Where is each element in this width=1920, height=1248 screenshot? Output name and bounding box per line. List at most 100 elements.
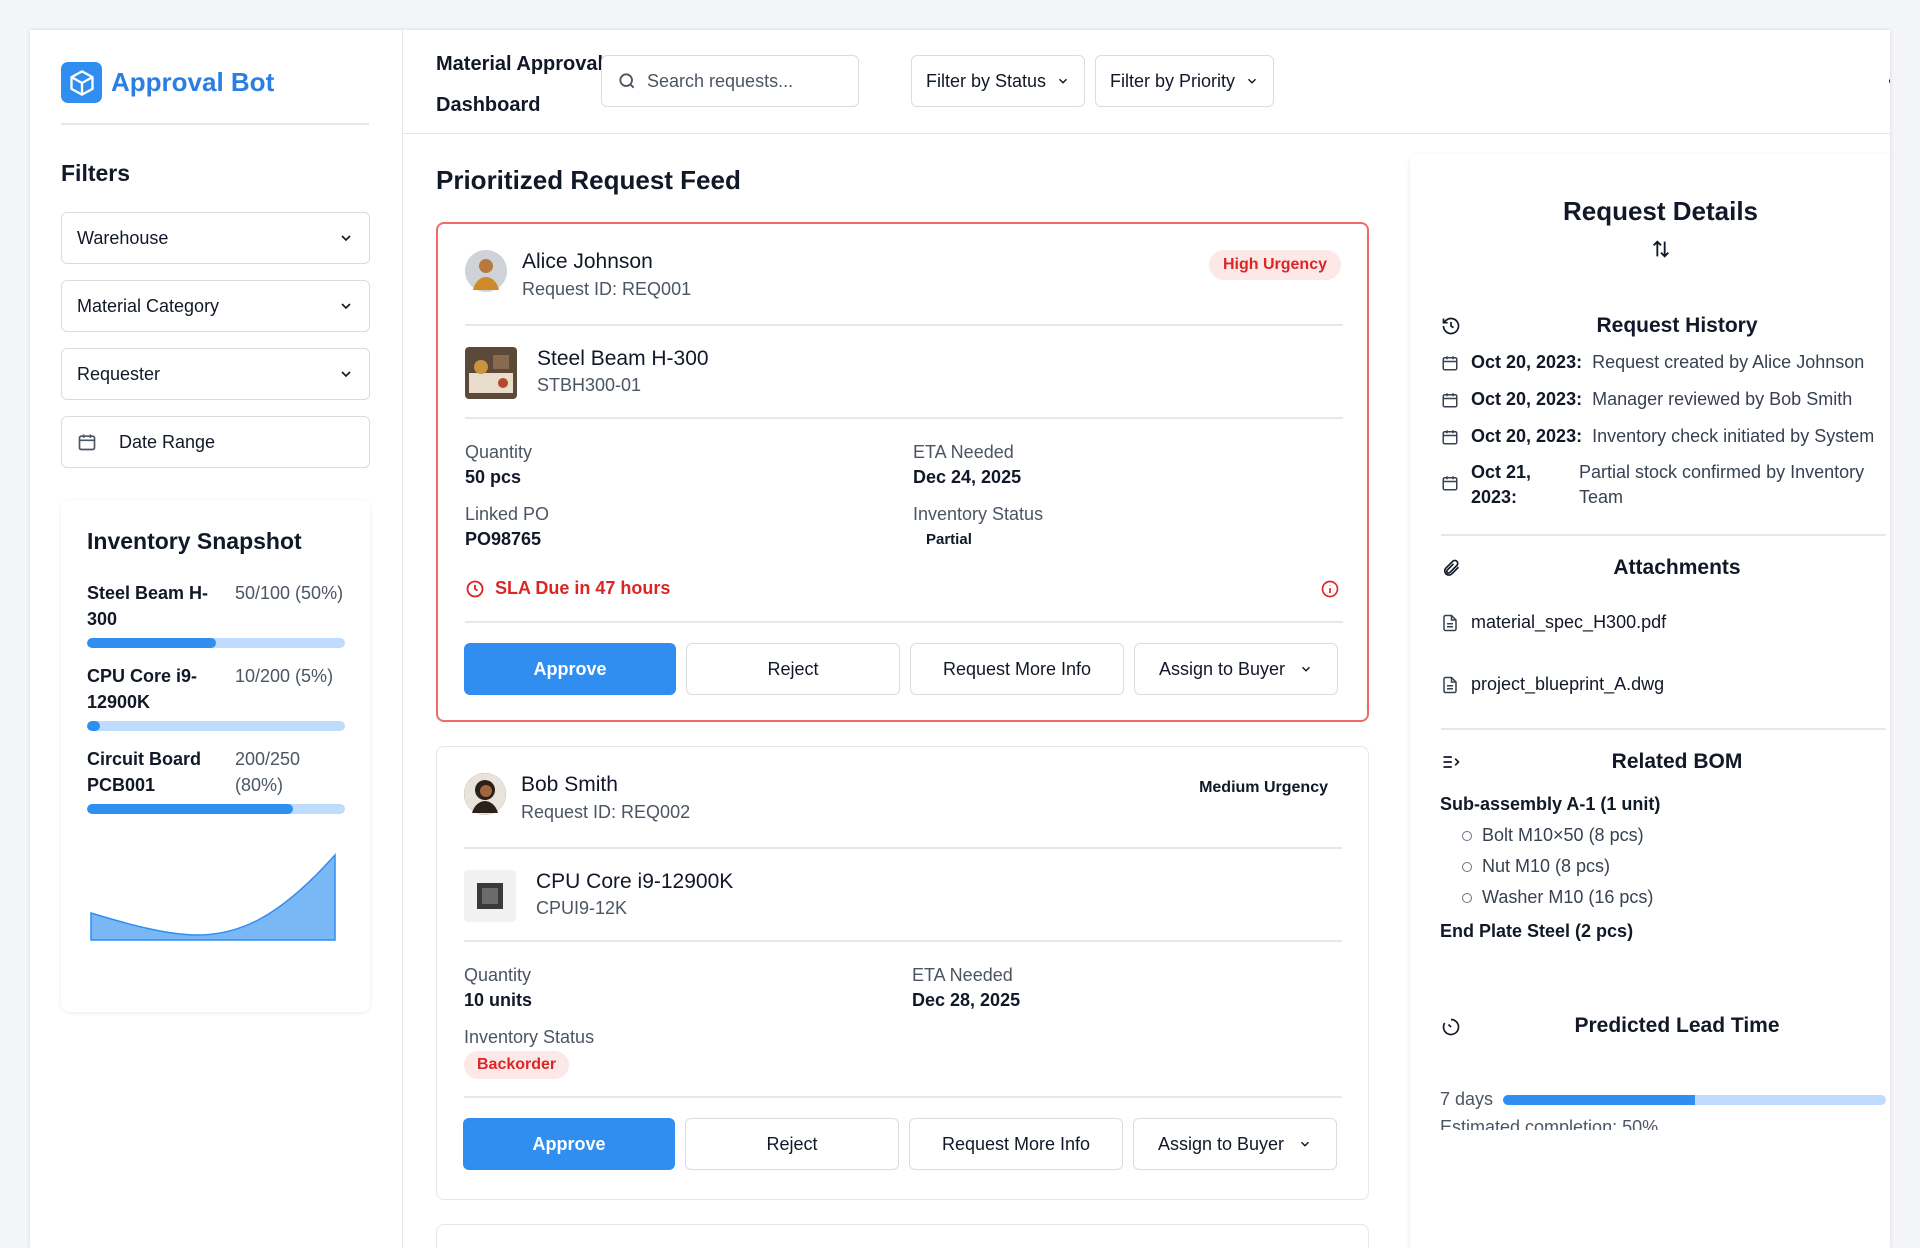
sort-arrows-icon[interactable] (1650, 238, 1672, 260)
eta-value: Dec 28, 2025 (912, 990, 1021, 1010)
avatar (464, 773, 506, 815)
quantity-label: Quantity (465, 442, 533, 462)
chevron-down-icon (341, 303, 351, 310)
approve-button[interactable]: Approve (463, 1118, 675, 1170)
avatar (465, 250, 507, 292)
linked-po-value: PO98765 (465, 529, 542, 549)
info-icon[interactable] (1320, 579, 1340, 599)
calendar-icon (1442, 430, 1458, 445)
calendar-icon (1442, 393, 1458, 408)
brand[interactable]: Approval Bot (61, 62, 274, 103)
urgency-badge: High Urgency (1208, 250, 1341, 280)
lead-time-progress-bar (1503, 1095, 1886, 1105)
inventory-status-label: Inventory Status (464, 1027, 595, 1047)
request-card[interactable] (436, 1224, 1369, 1248)
assign-to-buyer-dropdown[interactable]: Assign to Buyer (1133, 1118, 1337, 1170)
cube-logo-icon (61, 62, 102, 103)
calendar-icon (1442, 476, 1458, 491)
sidebar: Approval Bot Filters Warehouse Material … (30, 30, 403, 1248)
request-card[interactable]: Bob Smith Request ID: REQ002 Medium Urge… (436, 746, 1369, 1200)
filter-by-status-button[interactable]: Filter by Status (911, 55, 1086, 107)
divider (464, 940, 1342, 942)
material-code: CPUI9-12K (536, 898, 628, 918)
history-entry: Oct 20, 2023: Manager reviewed by Bob Sm… (1441, 387, 1886, 412)
filter-by-priority-button[interactable]: Filter by Priority (1095, 55, 1275, 107)
history-icon (1442, 317, 1460, 335)
requester-name: Bob Smith (521, 773, 618, 796)
search-icon (619, 73, 635, 89)
attachment-link[interactable]: project_blueprint_A.dwg (1441, 674, 1664, 695)
calendar-icon (1442, 356, 1458, 371)
chevron-down-icon (1301, 1141, 1310, 1147)
clock-icon (466, 580, 484, 597)
feed-title: Prioritized Request Feed (436, 165, 741, 195)
divider (61, 123, 369, 125)
inventory-status-label: Inventory Status (913, 504, 1044, 524)
filters-heading: Filters (61, 160, 131, 186)
history-entry: Oct 20, 2023: Request created by Alice J… (1441, 350, 1886, 375)
attachment-link[interactable]: material_spec_H300.pdf (1441, 612, 1666, 633)
material-name: CPU Core i9-12900K (536, 870, 734, 893)
inventory-status-badge: Partial (926, 531, 972, 548)
inventory-status-badge: Backorder (464, 1051, 570, 1079)
request-card[interactable]: Alice Johnson Request ID: REQ001 High Ur… (436, 222, 1369, 722)
requester-name: Alice Johnson (522, 250, 653, 273)
reject-button[interactable]: Reject (686, 643, 900, 695)
reject-button[interactable]: Reject (685, 1118, 899, 1170)
requester-select[interactable]: Requester (61, 348, 370, 400)
history-title: Request History (1596, 314, 1758, 337)
history-entry: Oct 21, 2023: Partial stock confirmed by… (1441, 460, 1886, 510)
paperclip-icon (1443, 559, 1460, 576)
chevron-down-icon (341, 371, 351, 378)
quantity-value: 10 units (464, 990, 533, 1010)
divider (465, 417, 1343, 419)
details-title: Request Details (1562, 196, 1759, 226)
inventory-progress-bar (87, 638, 345, 648)
warehouse-select[interactable]: Warehouse (61, 212, 370, 264)
date-range-picker[interactable]: Date Range (61, 416, 370, 468)
divider (1441, 728, 1886, 730)
gear-icon[interactable] (1889, 69, 1890, 93)
sla-indicator: SLA Due in 47 hours (465, 578, 670, 599)
material-thumbnail (465, 347, 517, 399)
chevron-down-icon (1302, 666, 1311, 672)
urgency-badge: Medium Urgency (1199, 779, 1328, 796)
material-name: Steel Beam H-300 (537, 347, 709, 370)
divider (465, 324, 1343, 326)
request-more-info-button[interactable]: Request More Info (909, 1118, 1123, 1170)
inventory-progress-bar (87, 721, 345, 731)
list-tree-icon (1443, 756, 1460, 768)
request-id: Request ID: REQ001 (522, 279, 692, 299)
history-entry: Oct 20, 2023: Inventory check initiated … (1441, 424, 1886, 449)
quantity-value: 50 pcs (465, 467, 522, 487)
bom-assembly: End Plate Steel (2 pcs) (1440, 921, 1634, 941)
quantity-label: Quantity (464, 965, 532, 985)
approve-button[interactable]: Approve (464, 643, 676, 695)
lead-time-note: Estimated completion: 50% (1440, 1117, 1659, 1130)
attachments-title: Attachments (1613, 556, 1741, 579)
eta-label: ETA Needed (912, 965, 1013, 985)
assign-to-buyer-dropdown[interactable]: Assign to Buyer (1134, 643, 1338, 695)
inventory-progress-bar (87, 804, 345, 814)
request-id: Request ID: REQ002 (521, 802, 691, 822)
divider (464, 1096, 1342, 1098)
material-category-select[interactable]: Material Category (61, 280, 370, 332)
search-input[interactable]: Search requests... (601, 55, 859, 107)
page-title: Material Approval Dashboard (436, 53, 604, 116)
divider (464, 847, 1342, 849)
request-details-panel: Request Details Request History Oct 20, … (1410, 154, 1890, 1248)
lead-time-value: 7 days (1440, 1089, 1494, 1109)
calendar-icon (78, 434, 96, 451)
lead-time-note-clip: Estimated completion: 50% (1440, 1116, 1886, 1130)
eta-label: ETA Needed (913, 442, 1014, 462)
brand-name: Approval Bot (111, 67, 275, 97)
chevron-down-icon (1059, 78, 1068, 84)
chevron-down-icon (1248, 78, 1257, 84)
search-placeholder: Search requests... (647, 70, 794, 91)
top-bar: Material Approval Dashboard Search reque… (403, 30, 1890, 134)
inventory-trend-chart (90, 853, 336, 941)
timer-icon (1442, 1018, 1460, 1036)
linked-po-label: Linked PO (465, 504, 550, 524)
request-more-info-button[interactable]: Request More Info (910, 643, 1124, 695)
lead-time-title: Predicted Lead Time (1574, 1014, 1780, 1037)
